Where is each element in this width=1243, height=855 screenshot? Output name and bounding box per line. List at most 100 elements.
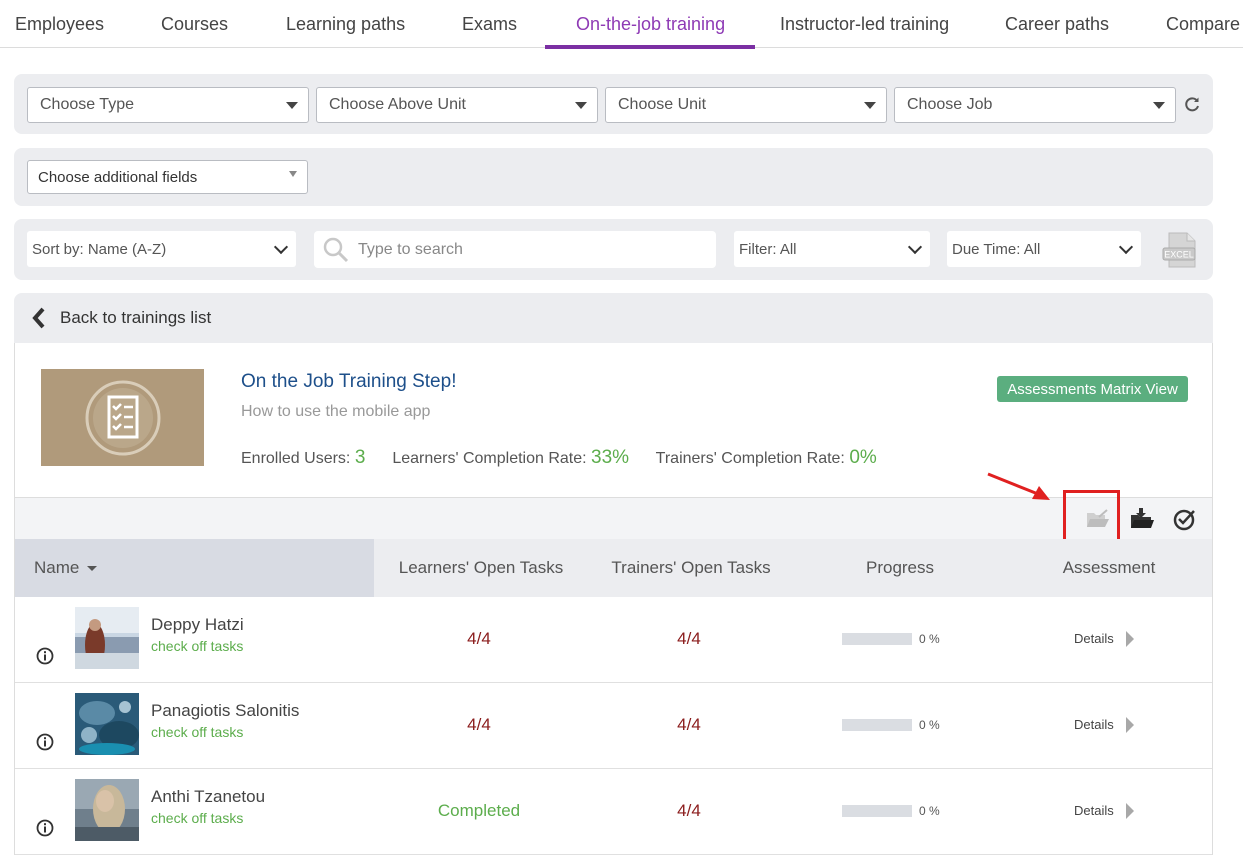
enrolled-users-label: Enrolled Users: — [241, 450, 351, 467]
tab-courses[interactable]: Courses — [161, 0, 228, 48]
above-unit-select-label: Choose Above Unit — [329, 96, 466, 113]
due-time-select-label: Due Time: All — [952, 240, 1041, 258]
training-thumbnail — [41, 369, 204, 466]
assessment-header: Assessment — [1062, 558, 1156, 577]
trainers-completion-label: Trainers' Completion Rate: — [655, 450, 845, 467]
sort-select-label: Sort by: Name (A-Z) — [32, 240, 167, 258]
caret-right-icon[interactable] — [1126, 803, 1134, 819]
tab-compare[interactable]: Compare — [1166, 0, 1240, 48]
check-off-tasks-link[interactable]: check off tasks — [151, 810, 243, 826]
learners-completion-label: Learners' Completion Rate: — [392, 450, 587, 467]
training-subtitle: How to use the mobile app — [241, 403, 431, 420]
training-card: On the Job Training Step! How to use the… — [14, 343, 1213, 855]
due-time-select[interactable]: Due Time: All — [947, 231, 1141, 267]
trainers-open-tasks-header: Trainers' Open Tasks — [611, 558, 771, 577]
details-link[interactable]: Details — [1074, 803, 1114, 818]
tab-career-paths[interactable]: Career paths — [1005, 0, 1109, 48]
tab-learning-paths[interactable]: Learning paths — [286, 0, 405, 48]
filter-select[interactable]: Filter: All — [734, 231, 930, 267]
name-column-label: Name — [34, 558, 80, 577]
progress-bar — [842, 805, 912, 817]
name-column-header[interactable]: Name — [15, 539, 374, 597]
tab-instructor-led-training[interactable]: Instructor-led training — [780, 0, 949, 48]
chevron-down-icon — [273, 239, 289, 255]
sort-down-icon — [87, 565, 98, 571]
check-circle-icon[interactable] — [1172, 506, 1198, 532]
trainers-open-tasks: 4/4 — [677, 629, 701, 648]
training-stats: Enrolled Users: 3 Learners' Completion R… — [241, 447, 877, 469]
refresh-icon[interactable] — [1183, 95, 1201, 113]
learners-open-tasks: 4/4 — [467, 715, 491, 734]
list-controls-panel: Sort by: Name (A-Z) Filter: All Due Time… — [14, 219, 1213, 280]
checklist-icon — [85, 380, 160, 455]
svg-text:EXCEL: EXCEL — [1164, 250, 1194, 260]
type-select[interactable]: Choose Type — [27, 87, 309, 123]
learners-completion-value: 33% — [591, 447, 630, 468]
caret-down-icon — [289, 171, 297, 177]
avatar — [75, 779, 139, 841]
details-link[interactable]: Details — [1074, 631, 1114, 646]
training-title[interactable]: On the Job Training Step! — [241, 371, 456, 393]
additional-fields-select[interactable]: Choose additional fields — [27, 160, 308, 194]
progress-percent: 0 % — [919, 718, 940, 732]
user-name[interactable]: Panagiotis Salonitis — [151, 701, 299, 721]
caret-down-icon — [864, 102, 876, 109]
unit-select[interactable]: Choose Unit — [605, 87, 887, 123]
enrolled-users-value: 3 — [354, 447, 366, 468]
learners-open-tasks-header: Learners' Open Tasks — [398, 558, 564, 577]
user-name[interactable]: Deppy Hatzi — [151, 615, 244, 635]
avatar — [75, 607, 139, 669]
search-icon — [322, 236, 350, 264]
learners-open-tasks: 4/4 — [467, 629, 491, 648]
check-off-tasks-link[interactable]: check off tasks — [151, 638, 243, 654]
user-name[interactable]: Anthi Tzanetou — [151, 787, 265, 807]
additional-fields-label: Choose additional fields — [38, 168, 198, 186]
highlight-box — [1063, 490, 1120, 543]
additional-fields-panel: Choose additional fields — [14, 148, 1213, 206]
chevron-down-icon — [1118, 239, 1134, 255]
table-row: Anthi Tzanetou check off tasks Completed… — [15, 769, 1212, 855]
caret-right-icon[interactable] — [1126, 717, 1134, 733]
unit-filter-panel: Choose Type Choose Above Unit Choose Uni… — [14, 74, 1213, 134]
annotation-arrow — [987, 472, 1050, 500]
info-icon[interactable] — [36, 819, 54, 837]
type-select-label: Choose Type — [40, 96, 134, 113]
avatar — [75, 693, 139, 755]
trainers-completion-value: 0% — [849, 447, 877, 468]
chevron-left-icon — [32, 307, 46, 329]
progress-header: Progress — [865, 558, 935, 577]
progress-percent: 0 % — [919, 632, 940, 646]
job-select-label: Choose Job — [907, 96, 993, 113]
check-off-tasks-link[interactable]: check off tasks — [151, 724, 243, 740]
back-to-trainings-link[interactable]: Back to trainings list — [14, 293, 1213, 343]
info-icon[interactable] — [36, 647, 54, 665]
table-header: Name Learners' Open Tasks Trainers' Open… — [15, 539, 1212, 597]
download-folder-icon[interactable] — [1129, 506, 1155, 532]
job-select[interactable]: Choose Job — [894, 87, 1176, 123]
details-link[interactable]: Details — [1074, 717, 1114, 732]
back-to-trainings-label: Back to trainings list — [60, 308, 212, 327]
search-box[interactable] — [314, 231, 716, 268]
tab-exams[interactable]: Exams — [462, 0, 517, 48]
caret-down-icon — [1153, 102, 1165, 109]
learners-open-tasks: Completed — [437, 801, 521, 820]
info-icon[interactable] — [36, 733, 54, 751]
unit-select-label: Choose Unit — [618, 96, 707, 113]
tab-employees[interactable]: Employees — [15, 0, 104, 48]
progress-bar — [842, 719, 912, 731]
table-row: Deppy Hatzi check off tasks 4/4 4/4 0 % … — [15, 597, 1212, 683]
trainers-open-tasks: 4/4 — [677, 801, 701, 820]
progress-bar — [842, 633, 912, 645]
caret-down-icon — [286, 102, 298, 109]
assessments-matrix-button[interactable]: Assessments Matrix View — [997, 376, 1188, 402]
sort-select[interactable]: Sort by: Name (A-Z) — [27, 231, 296, 267]
caret-right-icon[interactable] — [1126, 631, 1134, 647]
table-row: Panagiotis Salonitis check off tasks 4/4… — [15, 683, 1212, 769]
excel-export-icon[interactable]: EXCEL — [1161, 231, 1199, 269]
tab-on-the-job-training[interactable]: On-the-job training — [544, 0, 756, 49]
main-tabs: Employees Courses Learning paths Exams O… — [0, 0, 1243, 49]
above-unit-select[interactable]: Choose Above Unit — [316, 87, 598, 123]
filter-select-label: Filter: All — [739, 240, 797, 258]
caret-down-icon — [575, 102, 587, 109]
search-input[interactable] — [358, 240, 698, 259]
